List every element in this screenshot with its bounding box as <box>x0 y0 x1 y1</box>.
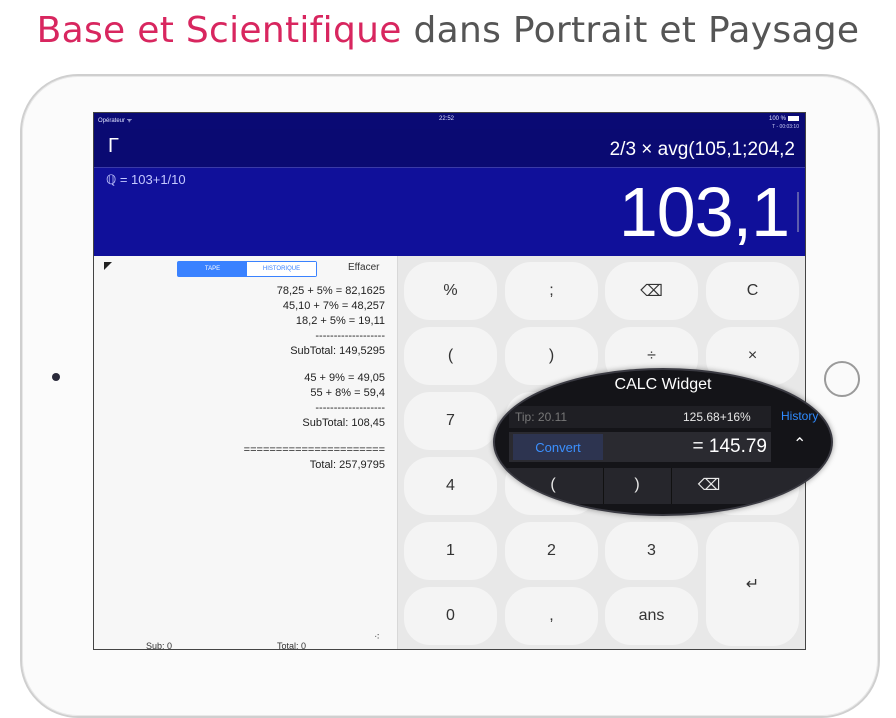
tab-history[interactable]: HISTORIQUE <box>247 262 316 276</box>
result-value: 103,1 <box>618 173 790 251</box>
tab-tape[interactable]: TAPE <box>178 262 247 276</box>
tape-line: Total: 257,9795 <box>309 459 385 471</box>
tape-line: ====================== <box>243 444 385 456</box>
tape-line <box>105 431 385 443</box>
key-7[interactable]: 7 <box>404 392 497 450</box>
tape-line: 55 + 8% = 59,4 <box>310 387 385 399</box>
tape-line: 45 + 9% = 49,05 <box>304 372 385 384</box>
key-enter-icon[interactable]: ↵ <box>706 522 799 646</box>
tape-line: 18,2 + 5% = 19,11 <box>295 315 385 327</box>
sub-counter: Sub: 0 <box>146 641 173 650</box>
widget-history-link[interactable]: History <box>781 409 818 423</box>
key-open-paren[interactable]: ( <box>404 327 497 385</box>
key-4[interactable]: 4 <box>404 457 497 515</box>
key-2[interactable]: 2 <box>505 522 598 580</box>
key-0[interactable]: 0 <box>404 587 497 645</box>
status-bar: Opérateur ᯤ 22:52 100 % T - 00:03:10 <box>94 113 805 130</box>
chevron-up-icon[interactable]: ⌃ <box>793 434 806 454</box>
calc-widget-overlay: CALC Widget Tip: 20.11 125.68+16% Histor… <box>493 368 833 516</box>
corner-triangle-icon[interactable] <box>104 262 112 270</box>
clear-tape-button[interactable]: Effacer <box>348 262 380 273</box>
battery-icon <box>788 116 799 121</box>
tape-lines: 78,25 + 5% = 82,1625 45,10 + 7% = 48,257 1… <box>105 284 385 473</box>
widget-key-close-paren[interactable]: ) <box>605 470 669 500</box>
fraction-expression: ℚ = 103+1/10 <box>106 172 186 187</box>
tape-line: 78,25 + 5% = 82,1625 <box>276 285 385 297</box>
key-semicolon[interactable]: ; <box>505 262 598 320</box>
camera-dot <box>52 373 60 381</box>
widget-title: CALC Widget <box>614 376 712 393</box>
key-comma[interactable]: , <box>505 587 598 645</box>
tape-line: ------------------- <box>315 402 385 414</box>
key-3[interactable]: 3 <box>605 522 698 580</box>
battery-indicator: 100 % <box>769 116 799 122</box>
tape-line: ------------------- <box>315 330 385 342</box>
headline-part-2: dans Portrait et Paysage <box>413 10 860 51</box>
tape-history-toggle: TAPE HISTORIQUE <box>177 261 317 277</box>
key-percent[interactable]: % <box>404 262 497 320</box>
widget-result: = 145.79 <box>692 436 768 457</box>
tape-line: SubTotal: 108,45 <box>302 417 385 429</box>
key-1[interactable]: 1 <box>404 522 497 580</box>
total-counter: Total: 0 <box>277 641 307 650</box>
widget-tip: Tip: 20.11 <box>515 410 568 424</box>
clock-label: 22:52 <box>439 116 455 122</box>
headline-part-1: Base et Scientifique <box>36 10 402 51</box>
tape-line: SubTotal: 149,5295 <box>290 345 385 357</box>
battery-label: 100 % <box>768 116 786 123</box>
cursor-icon <box>797 192 799 232</box>
tape-line: 45,10 + 7% = 48,257 <box>282 300 385 312</box>
result-display: ℚ = 103+1/10 103,1 <box>94 168 805 256</box>
carrier-label: Opérateur ᯤ <box>98 118 133 124</box>
widget-key-open-paren[interactable]: ( <box>505 470 601 500</box>
key-backspace-icon[interactable]: ⌫ <box>605 262 698 320</box>
expression-bar: Γ 2/3 × avg(105,1;204,2 <box>94 129 805 167</box>
widget-key-divider <box>671 468 672 504</box>
widget-key-divider <box>603 468 604 504</box>
widget-convert-button[interactable]: Convert <box>513 434 603 460</box>
expression-text: 2/3 × avg(105,1;204,2 <box>609 139 795 160</box>
key-clear[interactable]: C <box>706 262 799 320</box>
gamma-mode-icon[interactable]: Γ <box>108 135 119 158</box>
widget-backspace-icon[interactable]: ⌫ <box>673 470 745 500</box>
tape-line <box>105 359 385 371</box>
resize-grip-icon[interactable]: ⁖ <box>374 632 380 643</box>
key-ans[interactable]: ans <box>605 587 698 645</box>
widget-expression: 125.68+16% <box>683 410 751 424</box>
tape-panel: TAPE HISTORIQUE Effacer 78,25 + 5% = 82,… <box>94 256 398 649</box>
promo-headline: Base et Scientifique dans Portrait et Pa… <box>0 10 896 51</box>
